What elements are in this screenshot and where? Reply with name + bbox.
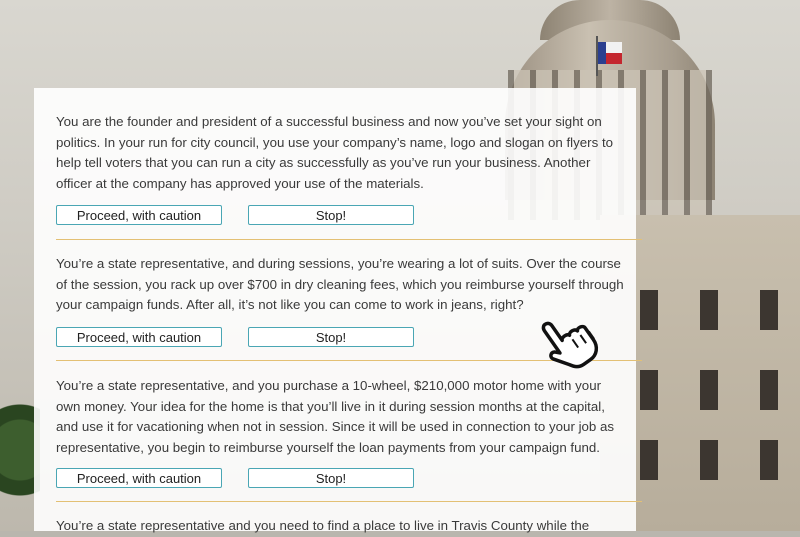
window xyxy=(700,290,718,330)
texas-flag-icon xyxy=(598,42,622,64)
scenario-3: You’re a state representative, and you p… xyxy=(56,376,624,458)
scenario-2: You’re a state representative, and durin… xyxy=(56,254,624,316)
window xyxy=(760,370,778,410)
window xyxy=(700,370,718,410)
scenario-text: You’re a state representative, and durin… xyxy=(56,256,624,312)
window xyxy=(760,440,778,480)
divider xyxy=(56,501,642,502)
scenario-text: You’re a state representative and you ne… xyxy=(56,518,590,533)
window xyxy=(640,370,658,410)
proceed-button[interactable]: Proceed, with caution xyxy=(56,205,222,225)
stop-button[interactable]: Stop! xyxy=(248,327,414,347)
scenario-4: You’re a state representative and you ne… xyxy=(56,516,624,537)
window xyxy=(760,290,778,330)
scenario-text: You are the founder and president of a s… xyxy=(56,114,614,191)
scenario-text: You’re a state representative, and you p… xyxy=(56,378,615,455)
stop-button[interactable]: Stop! xyxy=(248,468,414,488)
hand-pointer-icon xyxy=(541,321,599,369)
scenario-1: You are the founder and president of a s… xyxy=(56,112,624,194)
window xyxy=(640,440,658,480)
window xyxy=(700,440,718,480)
window xyxy=(640,290,658,330)
stop-button[interactable]: Stop! xyxy=(248,205,414,225)
proceed-button[interactable]: Proceed, with caution xyxy=(56,327,222,347)
proceed-button[interactable]: Proceed, with caution xyxy=(56,468,222,488)
divider xyxy=(56,239,642,240)
